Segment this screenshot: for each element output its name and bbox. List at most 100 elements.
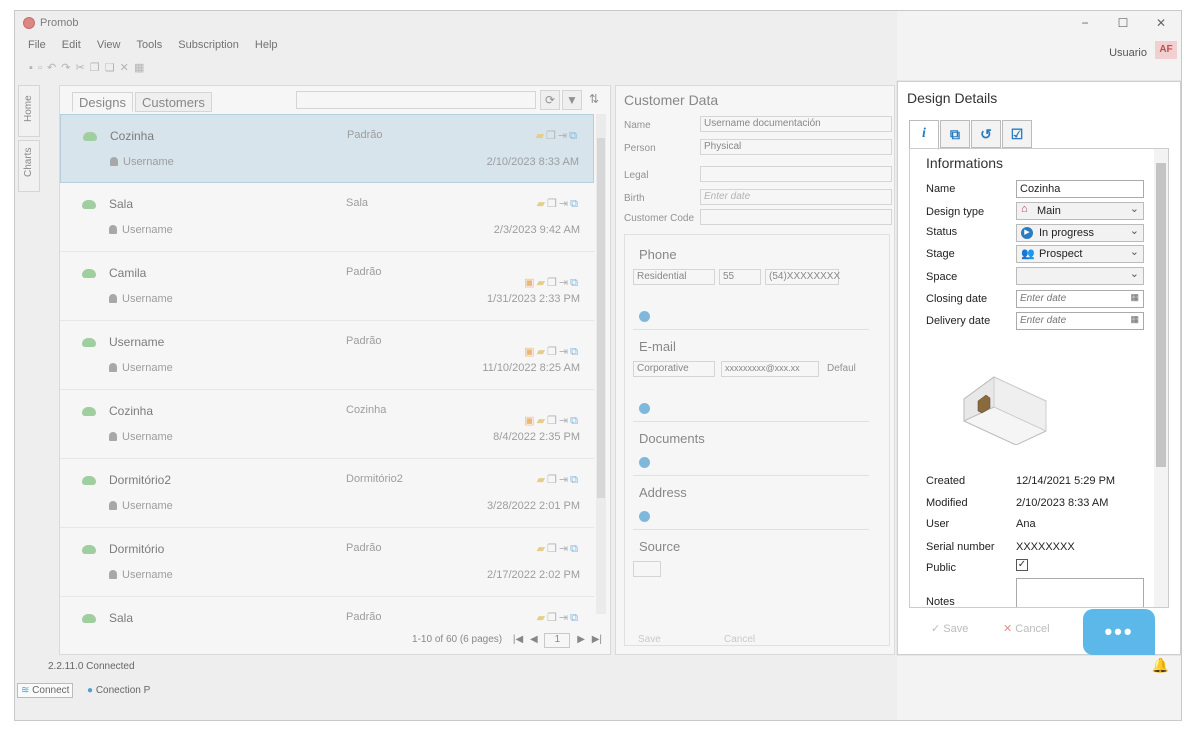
refresh-icon[interactable]: ⟳: [540, 90, 560, 110]
folder-icon[interactable]: ▰: [537, 346, 547, 358]
clear-filter-icon[interactable]: ⇅: [584, 90, 604, 110]
minimize-button[interactable]: −: [1075, 15, 1095, 31]
prev-page-icon[interactable]: ◀: [530, 634, 538, 645]
source-select[interactable]: [633, 561, 661, 577]
duplicate-icon[interactable]: ❐: [547, 415, 559, 427]
details-save-button[interactable]: ✓ Save: [931, 622, 968, 635]
menu-tools[interactable]: Tools: [137, 39, 163, 51]
network-icon[interactable]: ⧉: [570, 346, 580, 358]
list-item[interactable]: Dormitório2 Username Dormitório2 ▰❐⇥⧉ 3/…: [60, 459, 594, 528]
cut-icon[interactable]: ✂: [76, 62, 86, 74]
legal-field[interactable]: [700, 166, 892, 182]
chat-bubble-button[interactable]: •••: [1083, 609, 1155, 655]
export-icon[interactable]: ⇥: [559, 198, 570, 210]
public-checkbox[interactable]: ✓: [1016, 559, 1028, 571]
menu-help[interactable]: Help: [255, 39, 278, 51]
list-scroll-thumb[interactable]: [597, 138, 605, 498]
connect-button[interactable]: ≋ Connect: [17, 683, 74, 698]
phone-type-select[interactable]: Residential: [633, 269, 715, 285]
search-input[interactable]: [296, 91, 536, 109]
space-select[interactable]: [1016, 267, 1144, 285]
list-item[interactable]: Sala Username Sala ▰❐⇥⧉ 2/3/2023 9:42 AM: [60, 183, 594, 252]
checklist-icon[interactable]: ☑: [1002, 120, 1032, 148]
list-item[interactable]: Camila Username Padrão ▣▰❐⇥⧉ 1/31/2023 2…: [60, 252, 594, 321]
list-item[interactable]: Username Username Padrão ▣▰❐⇥⧉ 11/10/202…: [60, 321, 594, 390]
tab-designs[interactable]: Designs: [72, 92, 133, 112]
add-email-icon[interactable]: [639, 403, 650, 414]
details-cancel-button[interactable]: ✕ Cancel: [1003, 622, 1050, 635]
folder-icon[interactable]: ▰: [537, 277, 547, 289]
stage-select[interactable]: 👥 Prospect: [1016, 245, 1144, 263]
maximize-button[interactable]: ☐: [1113, 15, 1133, 31]
redo-icon[interactable]: ↷: [61, 62, 71, 74]
person-icon[interactable]: ▣: [524, 277, 536, 289]
export-icon[interactable]: ⇥: [559, 346, 570, 358]
phone-ddd-select[interactable]: 55: [719, 269, 761, 285]
hierarchy-icon[interactable]: ⧉: [940, 120, 970, 148]
list-item[interactable]: Cozinha Username Cozinha ▣▰❐⇥⧉ 8/4/2022 …: [60, 390, 594, 459]
folder-icon[interactable]: ▰: [537, 198, 547, 210]
list-scrollbar[interactable]: [596, 114, 606, 614]
status-select[interactable]: ▶ In progress: [1016, 224, 1144, 242]
menu-view[interactable]: View: [97, 39, 121, 51]
duplicate-icon[interactable]: ❐: [546, 130, 558, 142]
export-icon[interactable]: ⇥: [558, 130, 569, 142]
person-icon[interactable]: ▣: [524, 415, 536, 427]
side-tab-charts[interactable]: Charts: [18, 140, 40, 192]
export-icon[interactable]: ⇥: [559, 415, 570, 427]
list-item[interactable]: Dormitório Username Padrão ▰❐⇥⧉ 2/17/202…: [60, 528, 594, 597]
duplicate-icon[interactable]: ❐: [547, 277, 559, 289]
avatar[interactable]: AF: [1155, 41, 1177, 59]
duplicate-icon[interactable]: ❐: [547, 612, 559, 624]
info-icon[interactable]: i: [909, 120, 939, 150]
print-icon[interactable]: ▫: [38, 62, 43, 74]
export-icon[interactable]: ⇥: [559, 612, 570, 624]
duplicate-icon[interactable]: ❐: [547, 543, 559, 555]
network-icon[interactable]: ⧉: [570, 612, 580, 624]
phone-number-field[interactable]: (54)XXXXXXXX: [765, 269, 840, 285]
network-icon[interactable]: ⧉: [570, 277, 580, 289]
history-icon[interactable]: ↺: [971, 120, 1001, 148]
last-page-icon[interactable]: ▶|: [592, 634, 602, 645]
tab-customers[interactable]: Customers: [134, 92, 212, 112]
list-item[interactable]: Cozinha Username Padrão ▰❐⇥⧉ 2/10/2023 8…: [60, 114, 594, 183]
paste-icon[interactable]: ❏: [105, 62, 116, 74]
design-name-input[interactable]: Cozinha: [1016, 180, 1144, 198]
add-phone-icon[interactable]: [639, 311, 650, 322]
user-name[interactable]: Usuario: [1109, 47, 1147, 59]
palette-icon[interactable]: ▦: [134, 62, 145, 74]
email-type-select[interactable]: Corporative: [633, 361, 715, 377]
closing-date-input[interactable]: Enter date: [1016, 290, 1144, 308]
notes-textarea[interactable]: [1016, 578, 1144, 607]
duplicate-icon[interactable]: ❐: [547, 198, 559, 210]
duplicate-icon[interactable]: ❐: [547, 346, 559, 358]
export-icon[interactable]: ⇥: [559, 277, 570, 289]
person-select[interactable]: Physical: [700, 139, 892, 155]
folder-icon[interactable]: ▰: [537, 543, 547, 555]
details-scrollbar[interactable]: [1154, 149, 1168, 607]
network-icon[interactable]: ⧉: [570, 543, 580, 555]
menu-edit[interactable]: Edit: [62, 39, 81, 51]
email-address-field[interactable]: xxxxxxxxx@xxx.xx: [721, 361, 819, 377]
customer-save-button[interactable]: Save: [638, 634, 661, 645]
details-scroll-thumb[interactable]: [1156, 163, 1166, 467]
export-icon[interactable]: ⇥: [559, 543, 570, 555]
customer-cancel-button[interactable]: Cancel: [724, 634, 755, 645]
folder-icon[interactable]: ▰: [537, 612, 547, 624]
close-button[interactable]: ✕: [1151, 15, 1171, 31]
add-address-icon[interactable]: [639, 511, 650, 522]
network-icon[interactable]: ⧉: [570, 198, 580, 210]
delete-icon[interactable]: ✕: [120, 62, 130, 74]
network-icon[interactable]: ⧉: [570, 474, 580, 486]
first-page-icon[interactable]: |◀: [513, 634, 523, 645]
next-page-icon[interactable]: ▶: [577, 634, 585, 645]
list-item[interactable]: Sala Padrão ▰❐⇥⧉: [60, 597, 594, 624]
save-icon[interactable]: ▪: [29, 62, 34, 74]
person-icon[interactable]: ▣: [524, 346, 536, 358]
filter-icon[interactable]: ▼: [562, 90, 582, 110]
folder-icon[interactable]: ▰: [536, 130, 546, 142]
customer-code-field[interactable]: [700, 209, 892, 225]
side-tab-home[interactable]: Home: [18, 85, 40, 137]
folder-icon[interactable]: ▰: [537, 415, 547, 427]
network-icon[interactable]: ⧉: [569, 130, 579, 142]
